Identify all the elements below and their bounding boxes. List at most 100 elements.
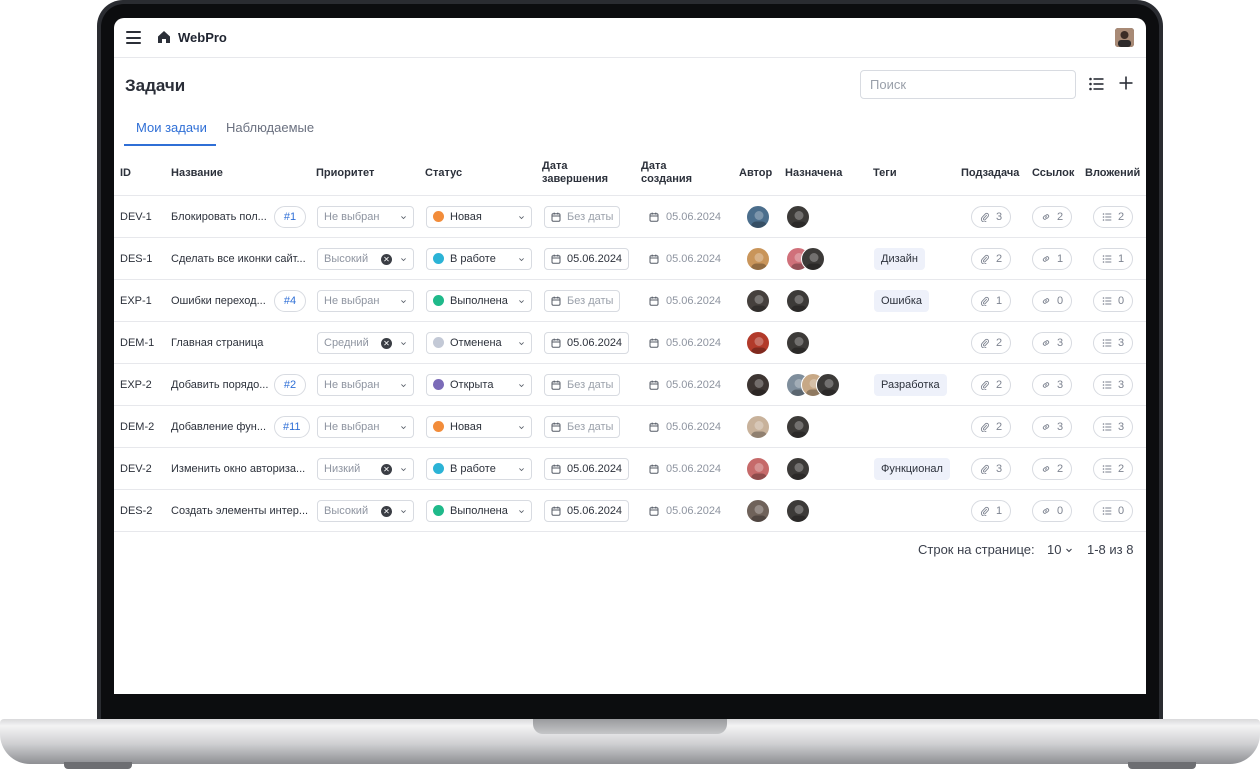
author-avatar[interactable]: [746, 414, 770, 439]
col-header-priority[interactable]: Приоритет: [316, 167, 374, 180]
table-row[interactable]: DEV-1 Блокировать пол... #1 Не выбран Новая Б…: [114, 196, 1146, 238]
table-row[interactable]: DES-2 Создать элементы интер... Высокий ✕ Вы…: [114, 490, 1146, 532]
subtasks-count[interactable]: 2: [971, 415, 1012, 438]
attachments-count[interactable]: 3: [1093, 331, 1134, 354]
author-avatar[interactable]: [746, 246, 770, 271]
col-header-subtasks[interactable]: Подзадача: [961, 167, 1019, 180]
col-header-links[interactable]: Ссылок: [1032, 167, 1074, 180]
status-select[interactable]: Выполнена: [426, 499, 532, 522]
col-header-id[interactable]: ID: [120, 167, 131, 180]
status-select[interactable]: Открыта: [426, 373, 532, 396]
attachments-count[interactable]: 1: [1093, 247, 1134, 270]
task-title[interactable]: Блокировать пол...: [171, 196, 271, 237]
home-icon[interactable]: [157, 30, 171, 44]
tag-chip[interactable]: Функционал: [874, 457, 950, 480]
subtasks-count[interactable]: 3: [971, 457, 1012, 480]
search-input[interactable]: [860, 70, 1076, 99]
task-title[interactable]: Добавить порядо...: [171, 364, 271, 405]
clear-priority-icon[interactable]: ✕: [381, 463, 392, 475]
task-title[interactable]: Сделать все иконки сайт...: [171, 238, 311, 279]
task-title[interactable]: Изменить окно авториза...: [171, 448, 311, 489]
priority-select[interactable]: Высокий ✕: [317, 499, 414, 522]
table-row[interactable]: DEV-2 Изменить окно авториза... Низкий ✕ В р…: [114, 448, 1146, 490]
assignee-avatar[interactable]: [786, 414, 810, 439]
tag-chip[interactable]: Ошибка: [874, 289, 929, 312]
author-avatar[interactable]: [746, 498, 770, 523]
subtasks-count[interactable]: 1: [971, 499, 1012, 522]
col-header-author[interactable]: Автор: [739, 167, 772, 180]
task-link-badge[interactable]: #4: [274, 289, 306, 312]
col-header-title[interactable]: Название: [171, 167, 223, 180]
priority-select[interactable]: Не выбран: [317, 205, 414, 228]
tab-watched[interactable]: Наблюдаемые: [226, 120, 314, 135]
col-header-status[interactable]: Статус: [425, 167, 462, 180]
attachments-count[interactable]: 3: [1093, 415, 1134, 438]
task-link-badge[interactable]: #1: [274, 205, 306, 228]
task-title[interactable]: Главная страница: [171, 322, 311, 363]
col-header-due-date[interactable]: Дата завершения: [542, 160, 608, 186]
priority-select[interactable]: Не выбран: [317, 373, 414, 396]
assignee-avatar[interactable]: [786, 330, 810, 355]
attachments-count[interactable]: 0: [1093, 289, 1134, 312]
task-link-badge[interactable]: #11: [274, 415, 310, 438]
col-header-attachments[interactable]: Вложений: [1085, 167, 1140, 180]
rows-per-page-select[interactable]: 10: [1047, 542, 1073, 557]
task-title[interactable]: Ошибки переход...: [171, 280, 271, 321]
assignee-avatar[interactable]: [786, 204, 810, 229]
links-count[interactable]: 1: [1032, 247, 1073, 270]
table-row[interactable]: DEM-1 Главная страница Средний ✕ Отменена 05.…: [114, 322, 1146, 364]
add-task-icon[interactable]: [1119, 76, 1133, 90]
table-row[interactable]: EXP-1 Ошибки переход... #4 Не выбран Выполне…: [114, 280, 1146, 322]
links-count[interactable]: 0: [1032, 289, 1073, 312]
assignee-avatar[interactable]: [786, 456, 810, 481]
due-date-picker[interactable]: Без даты: [544, 205, 621, 228]
attachments-count[interactable]: 2: [1093, 205, 1134, 228]
col-header-tags[interactable]: Теги: [873, 167, 897, 180]
attachments-count[interactable]: 0: [1093, 499, 1134, 522]
table-row[interactable]: DES-1 Сделать все иконки сайт... Высокий ✕ В…: [114, 238, 1146, 280]
links-count[interactable]: 3: [1032, 373, 1073, 396]
links-count[interactable]: 3: [1032, 331, 1073, 354]
links-count[interactable]: 0: [1032, 499, 1073, 522]
due-date-picker[interactable]: Без даты: [544, 289, 621, 312]
tag-chip[interactable]: Дизайн: [874, 247, 925, 270]
priority-select[interactable]: Средний ✕: [317, 331, 414, 354]
clear-priority-icon[interactable]: ✕: [381, 337, 392, 349]
clear-priority-icon[interactable]: ✕: [381, 253, 392, 265]
assignee-avatar[interactable]: [816, 372, 840, 397]
tag-chip[interactable]: Разработка: [874, 373, 947, 396]
due-date-picker[interactable]: Без даты: [544, 373, 621, 396]
subtasks-count[interactable]: 3: [971, 205, 1012, 228]
status-select[interactable]: В работе: [426, 457, 532, 480]
user-avatar[interactable]: [1115, 28, 1134, 47]
hamburger-menu-icon[interactable]: [126, 31, 141, 44]
due-date-picker[interactable]: 05.06.2024: [544, 247, 630, 270]
author-avatar[interactable]: [746, 330, 770, 355]
task-title[interactable]: Добавление фун...: [171, 406, 271, 447]
status-select[interactable]: Отменена: [426, 331, 532, 354]
priority-select[interactable]: Высокий ✕: [317, 247, 414, 270]
status-select[interactable]: В работе: [426, 247, 532, 270]
status-select[interactable]: Выполнена: [426, 289, 532, 312]
author-avatar[interactable]: [746, 288, 770, 313]
links-count[interactable]: 2: [1032, 457, 1073, 480]
tab-my-tasks[interactable]: Мои задачи: [136, 120, 207, 135]
table-row[interactable]: EXP-2 Добавить порядо... #2 Не выбран Открыт…: [114, 364, 1146, 406]
clear-priority-icon[interactable]: ✕: [381, 505, 392, 517]
assignee-avatar[interactable]: [801, 246, 825, 271]
subtasks-count[interactable]: 1: [971, 289, 1012, 312]
subtasks-count[interactable]: 2: [971, 331, 1012, 354]
assignee-avatar[interactable]: [786, 288, 810, 313]
author-avatar[interactable]: [746, 372, 770, 397]
task-link-badge[interactable]: #2: [274, 373, 306, 396]
assignee-avatar[interactable]: [786, 498, 810, 523]
table-row[interactable]: DEM-2 Добавление фун... #11 Не выбран Новая Б…: [114, 406, 1146, 448]
author-avatar[interactable]: [746, 204, 770, 229]
col-header-created-date[interactable]: Дата создания: [641, 160, 692, 186]
links-count[interactable]: 2: [1032, 205, 1073, 228]
subtasks-count[interactable]: 2: [971, 247, 1012, 270]
status-select[interactable]: Новая: [426, 415, 532, 438]
task-title[interactable]: Создать элементы интер...: [171, 490, 311, 531]
due-date-picker[interactable]: 05.06.2024: [544, 499, 630, 522]
status-select[interactable]: Новая: [426, 205, 532, 228]
